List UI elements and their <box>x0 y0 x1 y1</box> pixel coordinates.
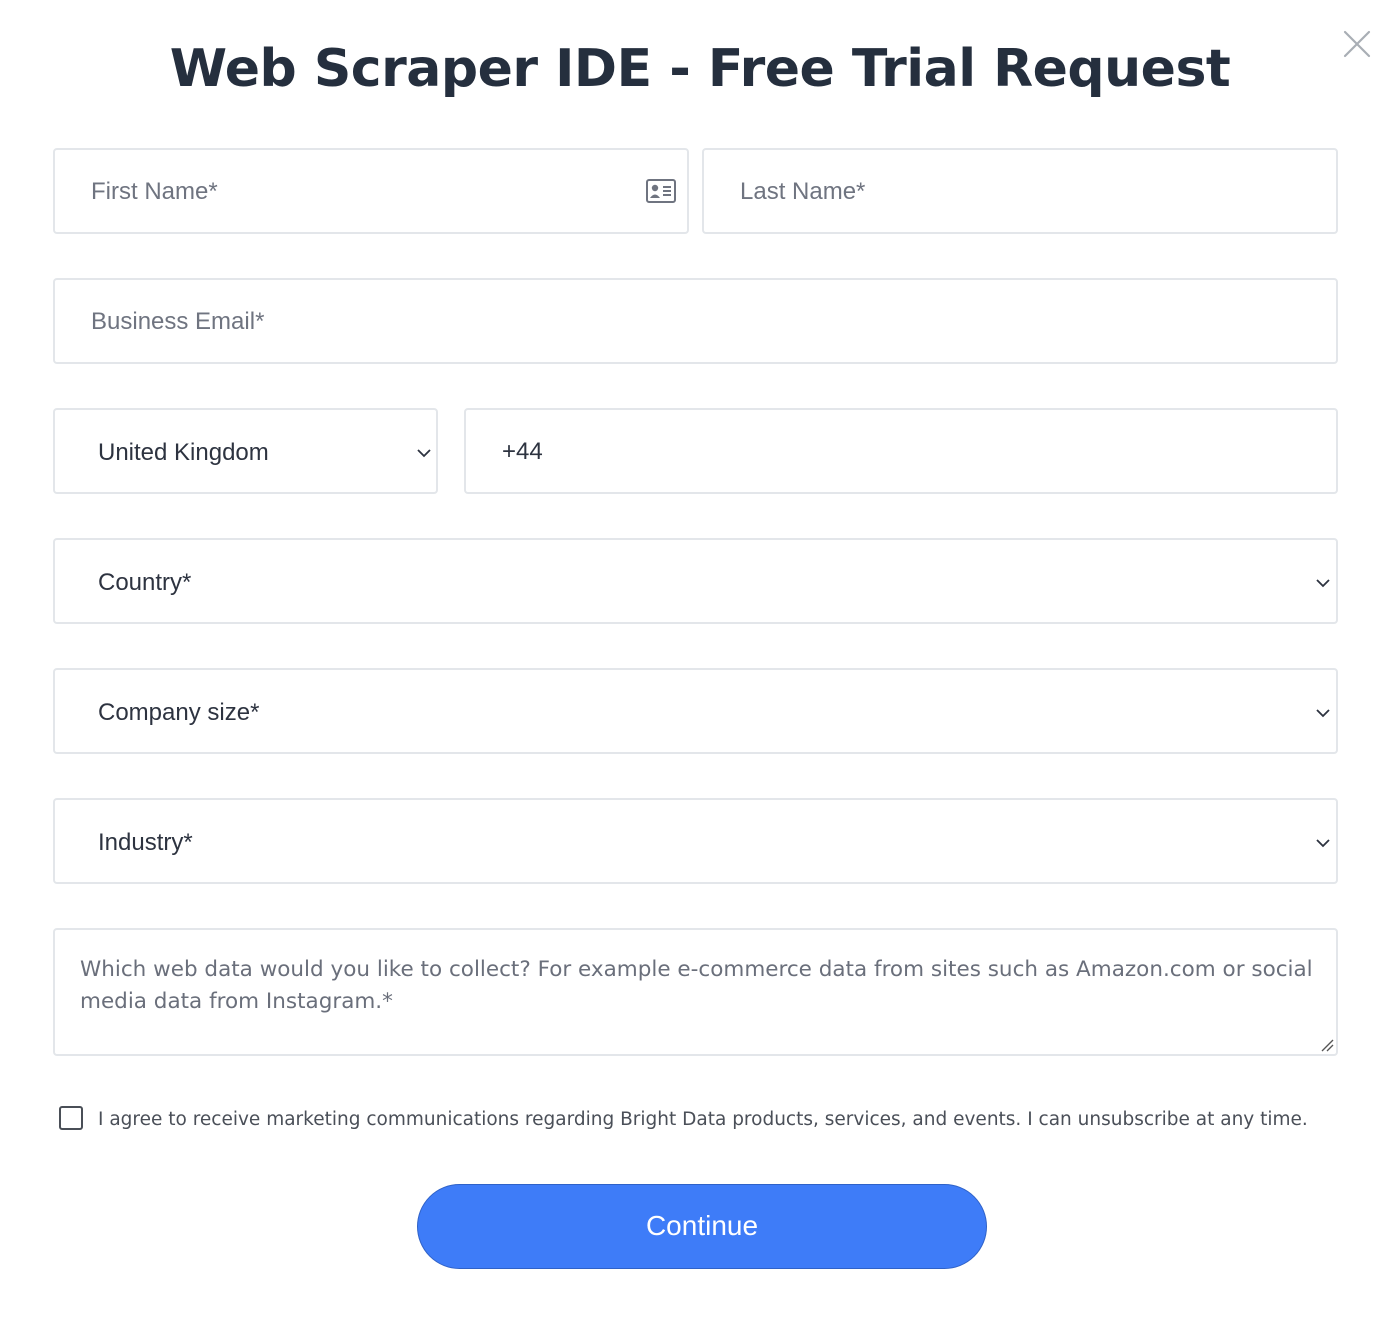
continue-button[interactable]: Continue <box>417 1184 987 1269</box>
company-size-select[interactable]: Company size* <box>53 668 1338 754</box>
chevron-down-icon <box>417 449 431 458</box>
phone-number-value: +44 <box>502 438 543 465</box>
first-name-placeholder: First Name* <box>91 178 218 205</box>
company-size-select-value: Company size* <box>98 699 260 726</box>
marketing-consent-label: I agree to receive marketing communicati… <box>98 1109 1308 1130</box>
chevron-down-icon <box>1316 709 1330 718</box>
last-name-placeholder: Last Name* <box>740 178 866 205</box>
industry-select[interactable]: Industry* <box>53 798 1338 884</box>
marketing-consent-checkbox[interactable] <box>59 1106 83 1130</box>
country-select-value: Country* <box>98 569 192 596</box>
business-email-field[interactable]: Business Email* <box>53 278 1338 364</box>
contact-card-icon[interactable] <box>646 179 676 203</box>
data-needs-textarea[interactable]: Which web data would you like to collect… <box>53 928 1338 1056</box>
form-title: Web Scraper IDE - Free Trial Request <box>169 39 1231 99</box>
close-icon[interactable] <box>1342 29 1372 59</box>
phone-country-select[interactable]: United Kingdom <box>53 408 438 494</box>
country-select[interactable]: Country* <box>53 538 1338 624</box>
phone-country-value: United Kingdom <box>98 439 269 466</box>
resize-grip-icon[interactable] <box>1320 1038 1334 1052</box>
first-name-field[interactable]: First Name* <box>53 148 689 234</box>
business-email-placeholder: Business Email* <box>91 308 265 335</box>
chevron-down-icon <box>1316 579 1330 588</box>
chevron-down-icon <box>1316 839 1330 848</box>
data-needs-placeholder: Which web data would you like to collect… <box>80 957 1313 1014</box>
last-name-field[interactable]: Last Name* <box>702 148 1338 234</box>
phone-number-field[interactable]: +44 <box>464 408 1338 494</box>
industry-select-value: Industry* <box>98 829 193 856</box>
